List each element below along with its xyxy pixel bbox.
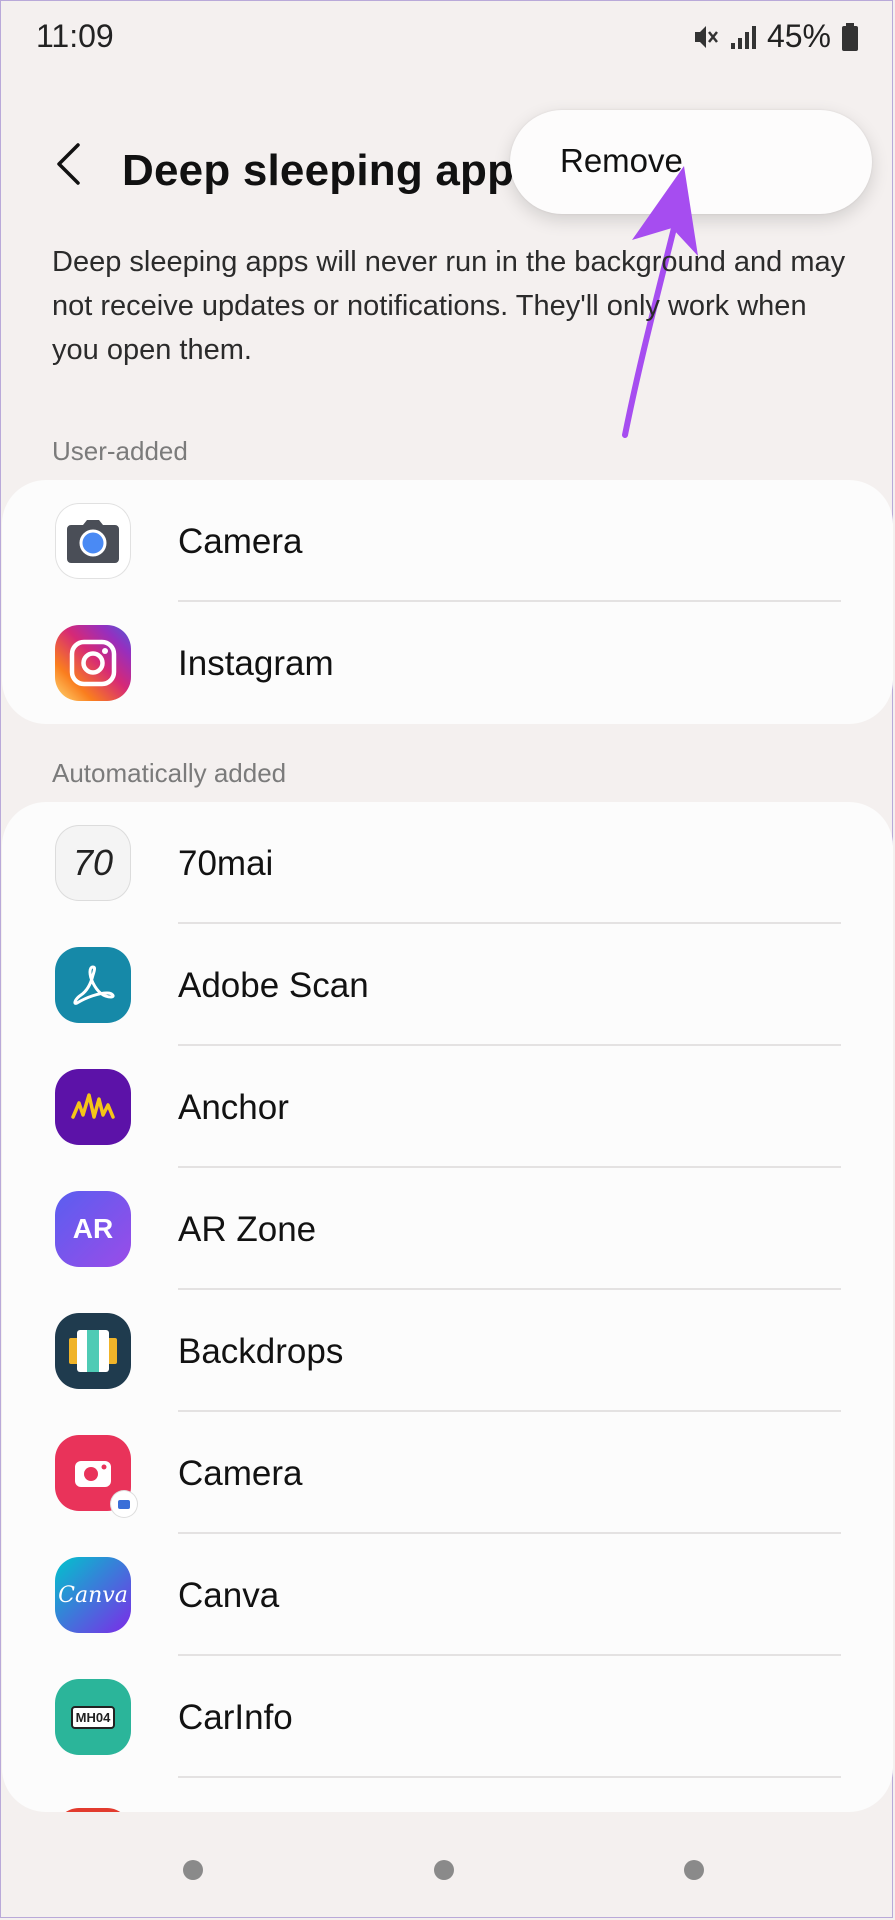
secure-folder-badge-icon [111,1491,137,1517]
back-button[interactable] [48,138,88,194]
list-item[interactable]: Camera [2,480,893,602]
section-header-user-added: User-added [52,436,188,466]
status-icons: 45% [693,18,859,55]
adobe-scan-icon [55,947,131,1023]
samsung-camera-icon [55,1435,137,1517]
auto-added-list: 70 70mai Adobe Scan Anchor AR AR Zone Ba… [2,802,893,1812]
remove-menu-item[interactable]: Remove [560,142,683,180]
status-bar: 11:09 45% [0,0,895,72]
70mai-icon: 70 [55,825,131,901]
backdrops-icon [55,1313,131,1389]
list-item[interactable]: Canva Canva [2,1534,893,1656]
carinfo-plate: MH04 [70,1705,116,1729]
app-name: Camera [178,522,303,561]
section-header-automatically-added: Automatically added [52,758,287,788]
signal-icon [729,23,757,51]
list-item[interactable]: Adobe Scan [2,924,893,1046]
nav-back-button[interactable] [684,1860,704,1880]
app-name: Adobe Scan [178,966,369,1005]
list-item[interactable]: MH04 CarInfo [2,1656,893,1778]
user-added-list: Camera Instagram [2,480,893,724]
page-title: Deep sleeping apps [122,146,539,195]
list-item[interactable]: 70 70mai [2,802,893,924]
carinfo-icon: MH04 [55,1679,131,1755]
nav-home-button[interactable] [434,1860,454,1880]
app-name: AR Zone [178,1210,317,1249]
navigation-bar [0,1840,895,1900]
anchor-icon [55,1069,131,1145]
description-text: Deep sleeping apps will never run in the… [52,246,846,366]
partial-app-icon [55,1808,131,1812]
nav-recents-button[interactable] [183,1860,203,1880]
mute-icon [693,23,719,51]
app-name: CarInfo [178,1698,293,1737]
app-name: Canva [178,1576,280,1615]
status-time: 11:09 [36,18,114,54]
list-item[interactable]: Backdrops [2,1290,893,1412]
app-name: Backdrops [178,1332,344,1371]
app-name: Instagram [178,644,334,683]
list-item[interactable]: AR AR Zone [2,1168,893,1290]
instagram-icon [55,625,131,701]
app-name: 70mai [178,844,274,883]
list-item[interactable]: Instagram [2,602,893,724]
back-arrow-icon [54,142,82,191]
battery-icon [841,22,859,52]
battery-percent: 45% [766,18,831,54]
overflow-menu: Remove [510,110,872,214]
ar-zone-icon: AR [55,1191,131,1267]
list-item-partial[interactable] [2,1778,893,1812]
app-name: Camera [178,1454,303,1493]
list-item[interactable]: Camera [2,1412,893,1534]
list-item[interactable]: Anchor [2,1046,893,1168]
canva-icon: Canva [55,1557,131,1633]
app-name: Anchor [178,1088,289,1127]
google-camera-icon [55,503,131,579]
